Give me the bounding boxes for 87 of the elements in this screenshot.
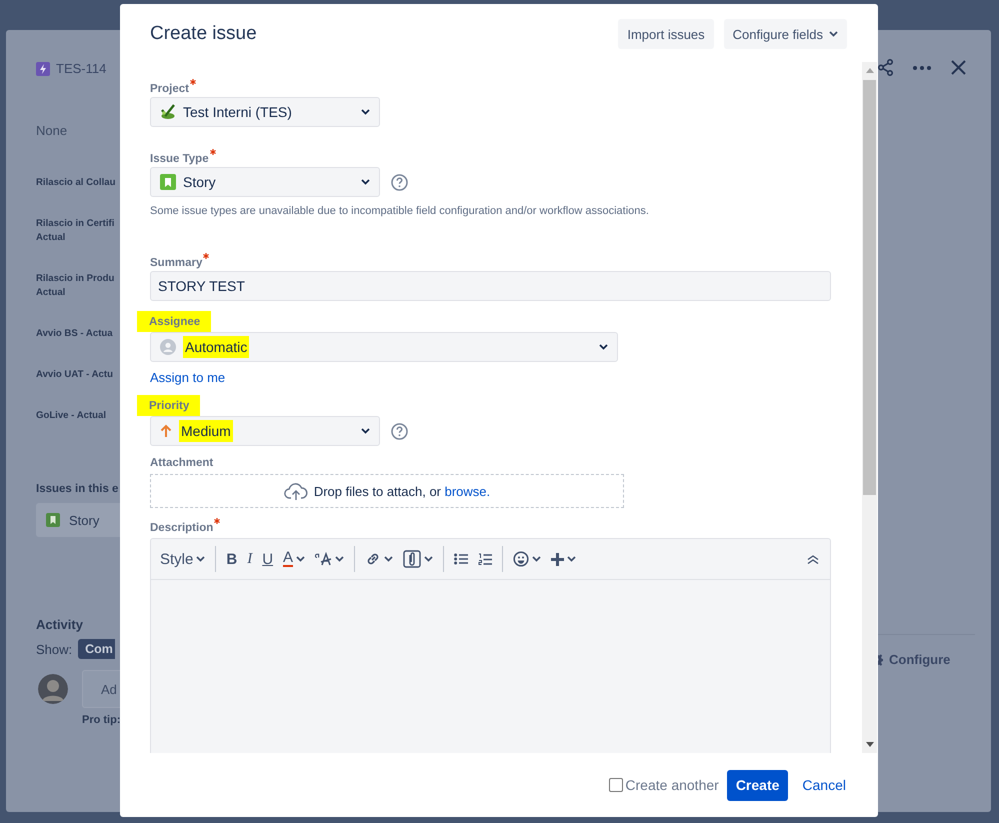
caret-icon xyxy=(335,556,344,562)
share-icon[interactable] xyxy=(878,59,893,76)
epic-icon xyxy=(36,62,50,76)
italic-button[interactable]: I xyxy=(242,545,258,573)
bold-button[interactable]: B xyxy=(221,545,242,573)
section-heading: Activity xyxy=(36,617,84,632)
style-button[interactable]: Style xyxy=(155,545,210,573)
caret-icon xyxy=(384,556,394,562)
field-label: Description xyxy=(150,518,220,535)
field-label: Avvio UAT - Actu xyxy=(36,368,114,382)
description-editor[interactable]: Style B I U A xyxy=(150,538,831,753)
field-label: Attachment xyxy=(150,456,214,470)
cancel-link[interactable]: Cancel xyxy=(802,777,846,793)
field-label: Rilascio in Produ Actual xyxy=(36,272,116,300)
caret-icon xyxy=(424,556,434,562)
text-size-icon xyxy=(315,552,332,566)
close-icon[interactable] xyxy=(951,60,966,75)
field-label: Avvio BS - Actua xyxy=(36,327,114,341)
required-icon xyxy=(214,518,220,524)
assign-link[interactable]: Assign to me xyxy=(150,370,226,385)
link-icon xyxy=(365,551,382,567)
create-button[interactable]: Create xyxy=(726,770,788,800)
caret-icon xyxy=(296,556,306,562)
pro-tip-text: Pro tip: xyxy=(82,714,120,726)
comment-field[interactable]: Ad xyxy=(82,670,120,708)
header-button[interactable]: Configure fields xyxy=(724,19,847,49)
story-icon xyxy=(160,174,176,190)
emoji-icon xyxy=(513,551,530,567)
help-text: Some issue types are unavailable due to incompatible field configuration and/or workflow associations. xyxy=(150,205,649,217)
paperclip-icon xyxy=(403,550,422,568)
numbered-list-icon xyxy=(478,552,492,566)
chevron-down-icon xyxy=(361,179,370,185)
drop-zone[interactable]: Drop files to attach, or browse. xyxy=(150,474,624,508)
select-value: Test Interni (TES) xyxy=(183,104,292,120)
header-button[interactable]: Import issues xyxy=(618,19,714,49)
help-icon[interactable] xyxy=(391,174,408,190)
select-field[interactable]: Story xyxy=(150,167,380,197)
child-issue-row[interactable]: Story xyxy=(36,503,120,537)
issue-type: Story xyxy=(69,512,100,528)
chevron-down-icon xyxy=(361,428,370,434)
text-color-button[interactable]: A xyxy=(278,545,310,573)
caret-icon xyxy=(196,556,206,562)
chevron-down-icon xyxy=(361,109,370,115)
user-icon xyxy=(160,339,176,355)
dialog-title: Create issue xyxy=(150,23,258,45)
scroll-down-icon[interactable] xyxy=(866,742,874,747)
caret-icon xyxy=(567,556,576,562)
caret-icon xyxy=(532,556,542,562)
bullet-list-icon xyxy=(454,553,468,565)
field-label: Summary xyxy=(150,253,210,270)
field-label: Rilascio in Certifi Actual xyxy=(36,217,116,245)
underline-button[interactable]: U xyxy=(257,545,278,573)
field-label: Rilascio al Collau xyxy=(36,176,116,190)
field-label: Issue Type xyxy=(150,149,216,166)
caret-icon xyxy=(829,31,838,37)
select-value: Story xyxy=(183,174,216,190)
project-icon xyxy=(160,104,176,120)
more-icon[interactable] xyxy=(913,66,931,70)
drop-text: Drop files to attach, or browse. xyxy=(314,484,490,498)
select-value: Medium xyxy=(179,420,233,442)
story-icon xyxy=(46,513,60,527)
field-label: Project xyxy=(150,79,196,96)
required-icon xyxy=(190,79,196,85)
chevron-down-icon xyxy=(599,344,608,350)
select-field[interactable]: Automatic xyxy=(150,332,618,362)
collapse-icon xyxy=(807,554,819,564)
section-heading: Issues in this e xyxy=(36,483,120,495)
field-label: Priority xyxy=(137,395,200,416)
priority-icon xyxy=(160,424,172,438)
avatar xyxy=(38,674,68,704)
scrollbar[interactable] xyxy=(862,62,877,753)
cloud-upload-icon xyxy=(284,482,308,500)
create-another-checkbox[interactable]: Create another xyxy=(609,777,719,793)
browse-link[interactable]: browse. xyxy=(444,484,490,498)
filter-button[interactable]: Com xyxy=(78,639,116,659)
summary-field[interactable]: STORY TEST xyxy=(150,271,831,301)
plus-icon xyxy=(551,552,564,566)
select-value: Automatic xyxy=(183,336,250,358)
help-icon[interactable] xyxy=(391,422,408,440)
field-value: None xyxy=(36,123,68,138)
required-icon xyxy=(210,149,216,155)
field-label: GoLive - Actual xyxy=(36,409,108,423)
field-label: Assignee xyxy=(137,311,212,332)
filter-label: Show: xyxy=(36,642,72,656)
select-field[interactable]: Medium xyxy=(150,416,380,446)
required-icon xyxy=(203,253,210,259)
select-field[interactable]: Test Interni (TES) xyxy=(150,97,380,127)
